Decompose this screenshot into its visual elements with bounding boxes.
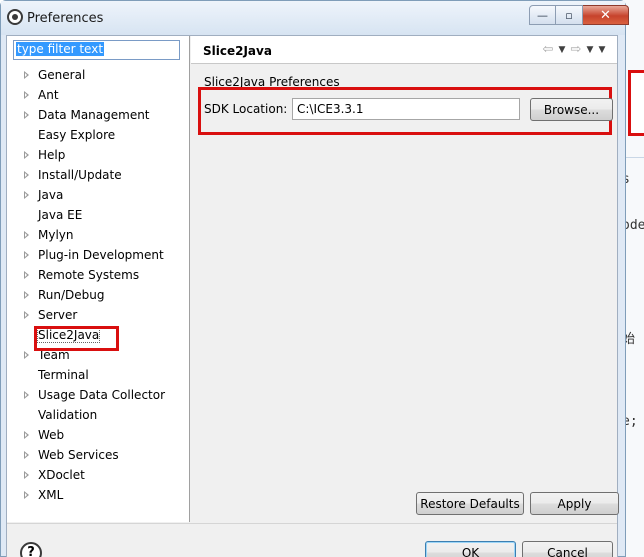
tree-item-label: Help (38, 148, 66, 162)
tree-item-label: Server (38, 308, 78, 322)
dialog-button-bar: ? OK Cancel (7, 523, 617, 557)
preferences-tree-panel: type filter text General Ant Data Manageme… (7, 36, 190, 522)
cancel-button[interactable]: Cancel (522, 541, 613, 557)
close-button[interactable]: ✕ (583, 5, 629, 25)
eclipse-app-icon (7, 9, 23, 25)
expand-arrow-icon[interactable] (24, 391, 29, 399)
tree-item[interactable]: Usage Data Collector (7, 385, 190, 405)
page-title: Slice2Java (203, 44, 272, 58)
tree-item[interactable]: Easy Explore (7, 125, 190, 145)
filter-input-text: type filter text (16, 42, 105, 56)
page-navigation: ⇦ ▼ ⇨ ▼ ▼ (541, 42, 607, 57)
tree-item[interactable]: Data Management (7, 105, 190, 125)
tree-item[interactable]: Web Services (7, 445, 190, 465)
title-bar[interactable]: Preferences — ▫ ✕ (1, 1, 629, 35)
tree-item[interactable]: Java EE (7, 205, 190, 225)
tree-item-label: Plug-in Development (38, 248, 164, 262)
browse-button[interactable]: Browse... (530, 98, 613, 121)
tree-item-label: Web (38, 428, 65, 442)
expand-arrow-icon[interactable] (24, 111, 29, 119)
tree-item-label: XDoclet (38, 468, 85, 482)
tree-item-label: Run/Debug (38, 288, 105, 302)
page-header: Slice2Java ⇦ ▼ ⇨ ▼ ▼ (191, 36, 617, 64)
tree-item-label: General (38, 68, 86, 82)
tree-item[interactable]: XDoclet (7, 465, 190, 485)
expand-arrow-icon[interactable] (24, 251, 29, 259)
expand-arrow-icon[interactable] (24, 471, 29, 479)
tree-item[interactable]: Ant (7, 85, 190, 105)
tree-item[interactable]: Server (7, 305, 190, 325)
expand-arrow-icon[interactable] (24, 291, 29, 299)
tree-item[interactable]: Java (7, 185, 190, 205)
back-dropdown-icon[interactable]: ▼ (557, 45, 567, 55)
expand-arrow-icon[interactable] (24, 71, 29, 79)
preferences-tree: General Ant Data Management Easy Explore Hel… (7, 65, 190, 505)
tree-item-label: Java (38, 188, 64, 202)
expand-arrow-icon[interactable] (24, 431, 29, 439)
dialog-client-area: type filter text General Ant Data Manageme… (6, 35, 619, 557)
expand-arrow-icon[interactable] (24, 231, 29, 239)
sdk-location-input[interactable]: C:\ICE3.3.1 (292, 98, 520, 120)
forward-dropdown-icon[interactable]: ▼ (585, 45, 595, 55)
expand-arrow-icon[interactable] (24, 91, 29, 99)
ok-button[interactable]: OK (425, 541, 516, 557)
tree-item[interactable]: Validation (7, 405, 190, 425)
tree-item[interactable]: Install/Update (7, 165, 190, 185)
expand-arrow-icon[interactable] (24, 491, 29, 499)
maximize-button[interactable]: ▫ (556, 5, 583, 25)
caption-buttons: — ▫ ✕ (529, 5, 629, 25)
tree-item[interactable]: Remote Systems (7, 265, 190, 285)
tree-item-label: Java EE (38, 208, 83, 222)
tree-item[interactable]: General (7, 65, 190, 85)
tree-item-label: Usage Data Collector (38, 388, 166, 402)
tree-item[interactable]: Run/Debug (7, 285, 190, 305)
sdk-location-label: SDK Location: (204, 102, 288, 116)
tree-item[interactable]: Help (7, 145, 190, 165)
highlight-box-slice2java (34, 326, 119, 351)
filter-input[interactable]: type filter text (13, 40, 180, 60)
minimize-button[interactable]: — (529, 5, 556, 25)
tree-item-label: XML (38, 488, 64, 502)
apply-button[interactable]: Apply (530, 492, 619, 515)
preferences-window: Preferences — ▫ ✕ type filter text Gener… (0, 0, 629, 557)
restore-defaults-button[interactable]: Restore Defaults (416, 492, 524, 515)
background-red-annotation (628, 70, 644, 136)
expand-arrow-icon[interactable] (24, 451, 29, 459)
tree-item[interactable]: XML (7, 485, 190, 505)
tree-item[interactable]: Terminal (7, 365, 190, 385)
tree-item[interactable]: Plug-in Development (7, 245, 190, 265)
expand-arrow-icon[interactable] (24, 191, 29, 199)
tree-item-label: Web Services (38, 448, 119, 462)
tree-item-label: Remote Systems (38, 268, 140, 282)
preference-page: Slice2Java ⇦ ▼ ⇨ ▼ ▼ Slice2Java Preferen… (191, 36, 619, 522)
expand-arrow-icon[interactable] (24, 151, 29, 159)
tree-item-label: Mylyn (38, 228, 74, 242)
forward-arrow-icon[interactable]: ⇨ (569, 42, 583, 57)
tree-item[interactable]: Web (7, 425, 190, 445)
tree-item-label: Easy Explore (38, 128, 116, 142)
tree-item-label: Validation (38, 408, 98, 422)
window-title: Preferences (27, 11, 104, 26)
help-icon[interactable]: ? (20, 542, 42, 557)
tree-item-label: Ant (38, 88, 59, 102)
expand-arrow-icon[interactable] (24, 351, 29, 359)
expand-arrow-icon[interactable] (24, 171, 29, 179)
tree-item[interactable]: Mylyn (7, 225, 190, 245)
tree-item-label: Install/Update (38, 168, 122, 182)
expand-arrow-icon[interactable] (24, 311, 29, 319)
view-menu-icon[interactable]: ▼ (597, 45, 607, 55)
back-arrow-icon[interactable]: ⇦ (541, 42, 555, 57)
tree-item-label: Data Management (38, 108, 150, 122)
expand-arrow-icon[interactable] (24, 271, 29, 279)
tree-item-label: Terminal (38, 368, 89, 382)
